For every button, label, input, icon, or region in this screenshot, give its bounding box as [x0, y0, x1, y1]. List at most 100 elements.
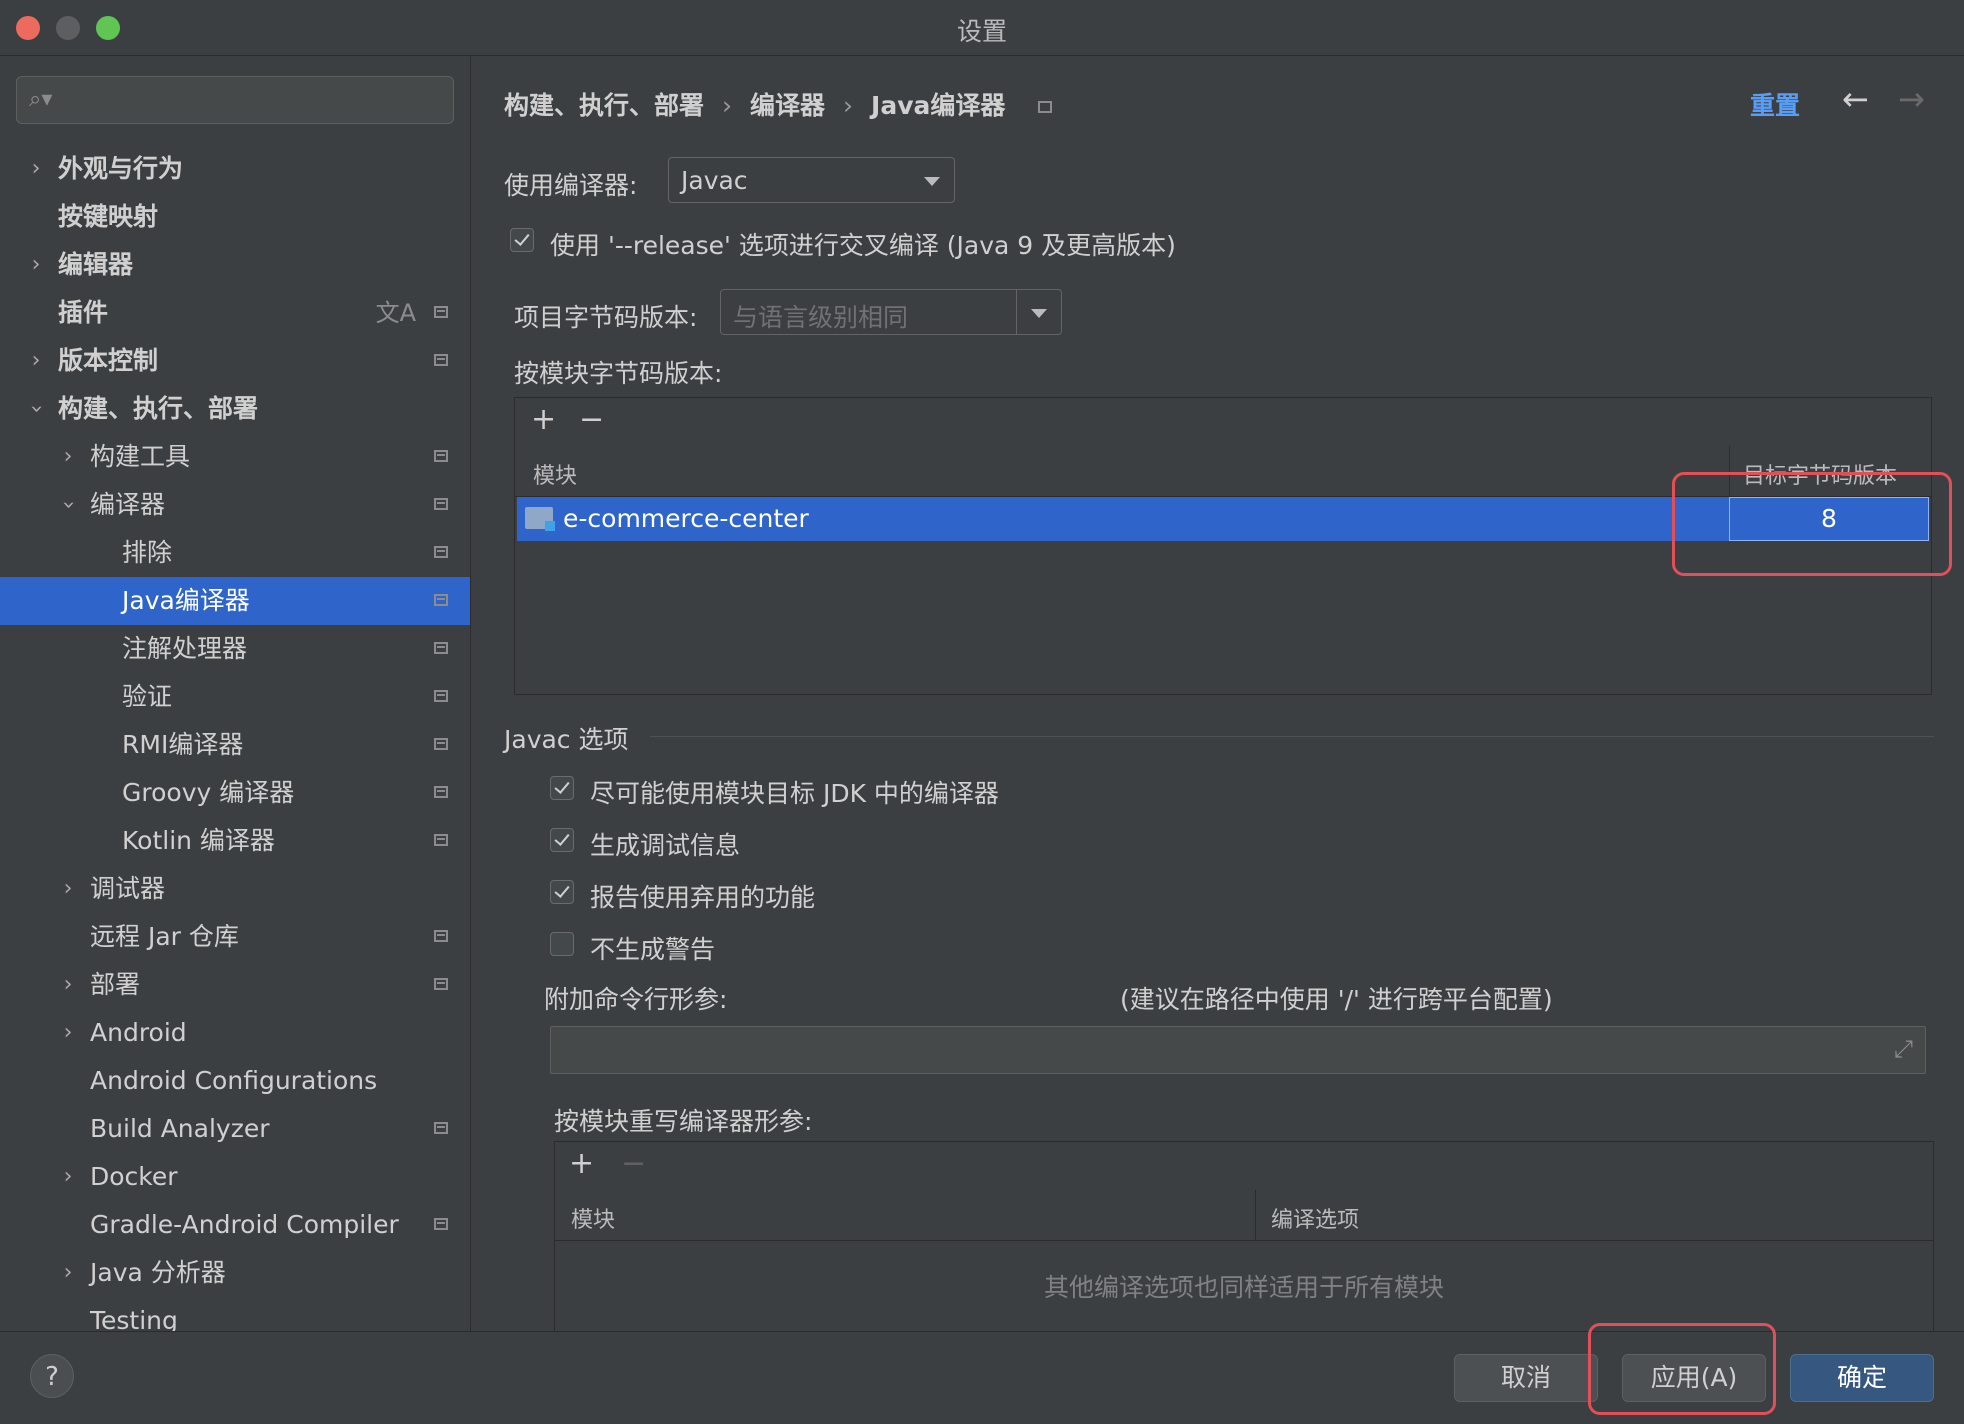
column-header-compile-options[interactable]: 编译选项 — [1271, 1202, 1359, 1234]
sidebar-item-rmi-compiler[interactable]: RMI编译器 — [0, 721, 470, 769]
reset-link[interactable]: 重置 — [1750, 86, 1800, 122]
breadcrumb-separator: › — [843, 91, 854, 120]
sidebar-item-build-execution-deployment[interactable]: › 构建、执行、部署 — [0, 385, 470, 433]
column-header-module[interactable]: 模块 — [533, 458, 577, 490]
settings-content: 构建、执行、部署 › 编译器 › Java编译器 重置 ← → 使用编译器: Javac… — [472, 56, 1964, 1331]
sidebar-item-debugger[interactable]: › 调试器 — [0, 865, 470, 913]
chevron-right-icon: › — [63, 1164, 73, 1189]
breadcrumb-separator: › — [722, 91, 733, 120]
sidebar-item-kotlin-compiler[interactable]: Kotlin 编译器 — [0, 817, 470, 865]
table-toolbar: + − — [555, 1142, 1933, 1191]
project-bytecode-select[interactable]: 与语言级别相同 — [720, 289, 1062, 335]
chevron-down-icon — [1031, 309, 1047, 318]
highlight-box — [1672, 472, 1952, 576]
breadcrumb: 构建、执行、部署 › 编译器 › Java编译器 — [504, 86, 1053, 122]
sidebar-item-remote-jar-repos[interactable]: 远程 Jar 仓库 — [0, 913, 470, 961]
sidebar-item-android[interactable]: › Android — [0, 1009, 470, 1057]
chevron-right-icon: › — [31, 252, 41, 277]
column-header-module[interactable]: 模块 — [571, 1202, 615, 1234]
help-button[interactable]: ? — [30, 1354, 74, 1398]
breadcrumb-item[interactable]: 构建、执行、部署 — [504, 91, 704, 120]
search-input[interactable]: ⌕▾ — [16, 76, 454, 124]
sidebar-item-validation[interactable]: 验证 — [0, 673, 470, 721]
remove-icon[interactable]: − — [579, 402, 604, 437]
option-label: 报告使用弃用的功能 — [590, 883, 816, 912]
chevron-right-icon: › — [63, 444, 73, 469]
search-icon: ⌕▾ — [29, 87, 53, 112]
project-settings-icon — [434, 738, 448, 750]
forward-arrow-icon[interactable]: → — [1898, 80, 1925, 118]
release-option-checkbox[interactable] — [510, 228, 534, 252]
sidebar-item-groovy-compiler[interactable]: Groovy 编译器 — [0, 769, 470, 817]
extra-args-input[interactable]: ⤢ — [550, 1026, 1926, 1074]
sidebar-item-keymap[interactable]: 按键映射 — [0, 193, 470, 241]
sidebar-item-annotation-processors[interactable]: 注解处理器 — [0, 625, 470, 673]
project-settings-icon — [434, 1218, 448, 1230]
option-label: 不生成警告 — [590, 935, 716, 964]
option-checkbox[interactable] — [550, 776, 574, 800]
override-params-table: + − 模块 编译选项 其他编译选项也同样适用于所有模块 — [554, 1141, 1934, 1331]
back-arrow-icon[interactable]: ← — [1842, 80, 1869, 118]
per-module-bytecode-label: 按模块字节码版本: — [514, 359, 723, 388]
chevron-down-icon: › — [24, 404, 49, 414]
chevron-right-icon: › — [63, 972, 73, 997]
sidebar-item-editor[interactable]: › 编辑器 — [0, 241, 470, 289]
module-name: e-commerce-center — [563, 504, 809, 533]
window-title: 设置 — [956, 17, 1007, 46]
extra-args-label: 附加命令行形参: — [544, 985, 728, 1014]
translate-icon: 文A — [375, 299, 416, 327]
ok-button[interactable]: 确定 — [1790, 1354, 1934, 1402]
sidebar-item-android-configurations[interactable]: Android Configurations — [0, 1057, 470, 1105]
cancel-button[interactable]: 取消 — [1454, 1354, 1598, 1402]
empty-table-message: 其他编译选项也同样适用于所有模块 — [1043, 1273, 1444, 1302]
chevron-right-icon: › — [31, 156, 41, 181]
sidebar-item-excludes[interactable]: 排除 — [0, 529, 470, 577]
sidebar-item-build-analyzer[interactable]: Build Analyzer — [0, 1105, 470, 1153]
chevron-right-icon: › — [63, 876, 73, 901]
chevron-right-icon: › — [63, 1020, 73, 1045]
breadcrumb-item: Java编译器 — [871, 91, 1006, 120]
sidebar-item-build-tools[interactable]: › 构建工具 — [0, 433, 470, 481]
chevron-right-icon: › — [31, 348, 41, 373]
project-settings-icon — [434, 930, 448, 942]
sidebar-item-compiler[interactable]: › 编译器 — [0, 481, 470, 529]
project-settings-icon — [434, 450, 448, 462]
chevron-down-icon: › — [56, 500, 81, 510]
add-icon[interactable]: + — [531, 402, 556, 437]
sidebar-item-testing[interactable]: Testing — [0, 1297, 470, 1331]
option-label: 生成调试信息 — [590, 831, 741, 860]
expand-icon[interactable]: ⤢ — [1894, 1035, 1913, 1063]
sidebar-item-gradle-android-compiler[interactable]: Gradle-Android Compiler — [0, 1201, 470, 1249]
sidebar-item-docker[interactable]: › Docker — [0, 1153, 470, 1201]
sidebar-item-vcs[interactable]: › 版本控制 — [0, 337, 470, 385]
add-icon[interactable]: + — [569, 1146, 594, 1181]
remove-icon[interactable]: − — [621, 1146, 646, 1181]
project-settings-icon — [434, 546, 448, 558]
extra-args-hint: (建议在路径中使用 '/' 进行跨平台配置) — [1120, 985, 1553, 1014]
sidebar-item-java-compiler[interactable]: Java编译器 — [0, 577, 470, 625]
compiler-select[interactable]: Javac — [668, 157, 955, 203]
sidebar-item-deployment[interactable]: › 部署 — [0, 961, 470, 1009]
project-settings-icon — [434, 1122, 448, 1134]
sidebar-item-java-profiler[interactable]: › Java 分析器 — [0, 1249, 470, 1297]
option-checkbox[interactable] — [550, 828, 574, 852]
option-checkbox[interactable] — [550, 880, 574, 904]
chevron-right-icon: › — [63, 1260, 73, 1285]
sidebar-item-plugins[interactable]: 插件 文A — [0, 289, 470, 337]
release-option-label: 使用 '--release' 选项进行交叉编译 (Java 9 及更高版本) — [550, 231, 1176, 260]
project-bytecode-label: 项目字节码版本: — [514, 303, 698, 332]
override-params-label: 按模块重写编译器形参: — [554, 1107, 813, 1136]
use-compiler-label: 使用编译器: — [504, 171, 638, 200]
settings-sidebar: ⌕▾ › 外观与行为 按键映射 › 编辑器 插件 文A › 版本控制 › 构建、… — [0, 56, 471, 1331]
project-settings-icon — [1038, 101, 1053, 113]
module-folder-icon — [525, 507, 555, 531]
project-settings-icon — [434, 834, 448, 846]
project-settings-icon — [434, 642, 448, 654]
option-checkbox[interactable] — [550, 932, 574, 956]
highlight-box — [1588, 1323, 1776, 1415]
project-settings-icon — [434, 498, 448, 510]
javac-section-title: Javac 选项 — [504, 725, 629, 754]
breadcrumb-item[interactable]: 编译器 — [750, 91, 825, 120]
sidebar-item-appearance[interactable]: › 外观与行为 — [0, 145, 470, 193]
settings-window: 设置 ⌕▾ › 外观与行为 按键映射 › 编辑器 插件 文A › 版本控制 › — [0, 0, 1964, 1424]
